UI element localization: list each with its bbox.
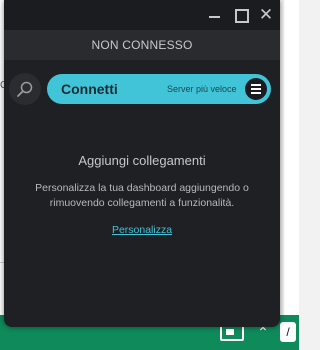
maximize-button[interactable] [232,6,250,24]
fastest-server-label: Server più veloce [167,84,237,94]
menu-icon-line [251,92,261,94]
connect-button[interactable]: Connetti Server più veloce [47,74,271,104]
title-bar: ✕ [4,0,280,30]
empty-state-description: Personalizza la tua dashboard aggiungend… [4,181,280,211]
app-icon[interactable]: / [280,322,296,342]
vpn-app-window: ✕ NON CONNESSO Connetti Server più veloc… [4,0,280,327]
description-line: rimuovendo collegamenti a funzionalità. [49,197,235,209]
menu-icon-line [251,88,261,90]
search-button[interactable] [9,73,41,105]
customize-link[interactable]: Personalizza [4,224,280,236]
connection-status: NON CONNESSO [4,30,280,60]
connect-label: Connetti [61,81,118,97]
search-icon [17,81,33,97]
minimize-button[interactable] [206,6,224,24]
menu-icon [251,84,261,86]
empty-state-title: Aggiungi collegamenti [78,153,206,168]
server-menu-button[interactable] [245,78,267,100]
close-button[interactable]: ✕ [257,6,275,24]
desktop-background-right [284,0,299,315]
description-line: Personalizza la tua dashboard aggiungend… [35,182,249,194]
